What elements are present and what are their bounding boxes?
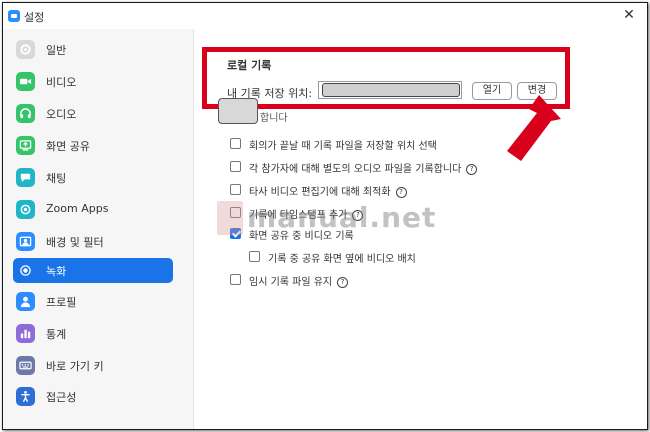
option-text: 타사 비디오 편집기에 대해 최적화: [249, 187, 391, 198]
sidebar-item-screen-share[interactable]: 화면 공유: [13, 133, 173, 158]
option-label: 타사 비디오 편집기에 대해 최적화?: [249, 183, 407, 198]
gear-icon: [16, 40, 35, 59]
chat-icon: [16, 168, 35, 187]
settings-window: 설정 ✕ 일반 비디오 오디오 화면 공유 채팅 Zoom Apps 배경 및 …: [2, 2, 648, 430]
sidebar-item-accessibility[interactable]: 접근성: [13, 384, 173, 409]
option-label: 기록에 타임스탬프 추가?: [249, 206, 364, 221]
camera-icon: [16, 72, 35, 91]
obscured-text: 합니다: [260, 113, 288, 124]
sidebar-item-label: 일반: [46, 44, 67, 57]
help-icon[interactable]: ?: [352, 210, 364, 221]
redaction-chip: [218, 98, 258, 124]
help-icon[interactable]: ?: [395, 187, 407, 198]
stats-icon: [16, 324, 35, 343]
headphones-icon: [16, 104, 35, 123]
option-text: 임시 기록 파일 유지: [249, 277, 333, 288]
sidebar-item-general[interactable]: 일반: [13, 37, 173, 62]
close-button[interactable]: ✕: [620, 6, 638, 24]
sidebar-item-label: 접근성: [46, 391, 77, 404]
sidebar-item-label: Zoom Apps: [46, 202, 109, 215]
share-screen-icon: [16, 136, 35, 155]
checkbox[interactable]: [230, 184, 241, 195]
sidebar-item-recording[interactable]: 녹화: [13, 258, 173, 283]
settings-sidebar: 일반 비디오 오디오 화면 공유 채팅 Zoom Apps 배경 및 필터 녹화…: [3, 29, 194, 429]
help-icon[interactable]: ?: [466, 164, 478, 175]
window-title: 설정: [24, 11, 45, 24]
checkbox[interactable]: [230, 274, 241, 285]
checkbox[interactable]: [230, 161, 241, 172]
checkbox[interactable]: [249, 251, 260, 262]
recording-settings-panel: 로컬 기록 내 기록 저장 위치: 열기 변경 합니다 회의가 끝날 때 기록 …: [194, 29, 647, 429]
sidebar-item-label: 화면 공유: [46, 140, 90, 153]
sidebar-item-label: 비디오: [46, 76, 77, 89]
sidebar-item-label: 프로필: [46, 296, 77, 309]
sidebar-item-label: 배경 및 필터: [46, 236, 104, 249]
title-bar: 설정 ✕: [3, 3, 647, 29]
sidebar-item-video[interactable]: 비디오: [13, 69, 173, 94]
sidebar-item-label: 바로 가기 키: [46, 360, 104, 373]
sidebar-item-shortcuts[interactable]: 바로 가기 키: [13, 353, 173, 378]
option-text: 각 참가자에 대해 별도의 오디오 파일을 기록합니다: [249, 164, 462, 175]
checkbox-checked[interactable]: [230, 228, 241, 239]
sidebar-item-zoom-apps[interactable]: Zoom Apps: [13, 197, 173, 222]
sidebar-item-profile[interactable]: 프로필: [13, 289, 173, 314]
zoom-app-icon: [8, 10, 20, 22]
sidebar-item-label: 녹화: [46, 265, 67, 278]
annotation-arrow-icon: [507, 95, 561, 161]
checkbox[interactable]: [230, 207, 241, 218]
sidebar-item-label: 오디오: [46, 108, 77, 121]
option-label: 화면 공유 중 비디오 기록: [249, 231, 354, 242]
option-text: 기록에 타임스탬프 추가: [249, 210, 348, 221]
sidebar-item-chat[interactable]: 채팅: [13, 165, 173, 190]
keyboard-icon: [16, 356, 35, 375]
apps-icon: [16, 200, 35, 219]
record-icon: [16, 261, 35, 280]
background-icon: [16, 232, 35, 251]
option-label: 회의가 끝날 때 기록 파일을 저장할 위치 선택: [249, 141, 437, 152]
option-label: 각 참가자에 대해 별도의 오디오 파일을 기록합니다?: [249, 160, 478, 175]
sidebar-item-audio[interactable]: 오디오: [13, 101, 173, 126]
option-label: 기록 중 공유 화면 옆에 비디오 배치: [268, 254, 416, 265]
accessibility-icon: [16, 387, 35, 406]
sidebar-item-background[interactable]: 배경 및 필터: [13, 229, 173, 254]
sidebar-item-label: 채팅: [46, 172, 67, 185]
checkbox[interactable]: [230, 138, 241, 149]
profile-icon: [16, 292, 35, 311]
help-icon[interactable]: ?: [337, 277, 349, 288]
sidebar-item-statistics[interactable]: 통계: [13, 321, 173, 346]
option-label: 임시 기록 파일 유지?: [249, 273, 349, 288]
sidebar-item-label: 통계: [46, 328, 67, 341]
